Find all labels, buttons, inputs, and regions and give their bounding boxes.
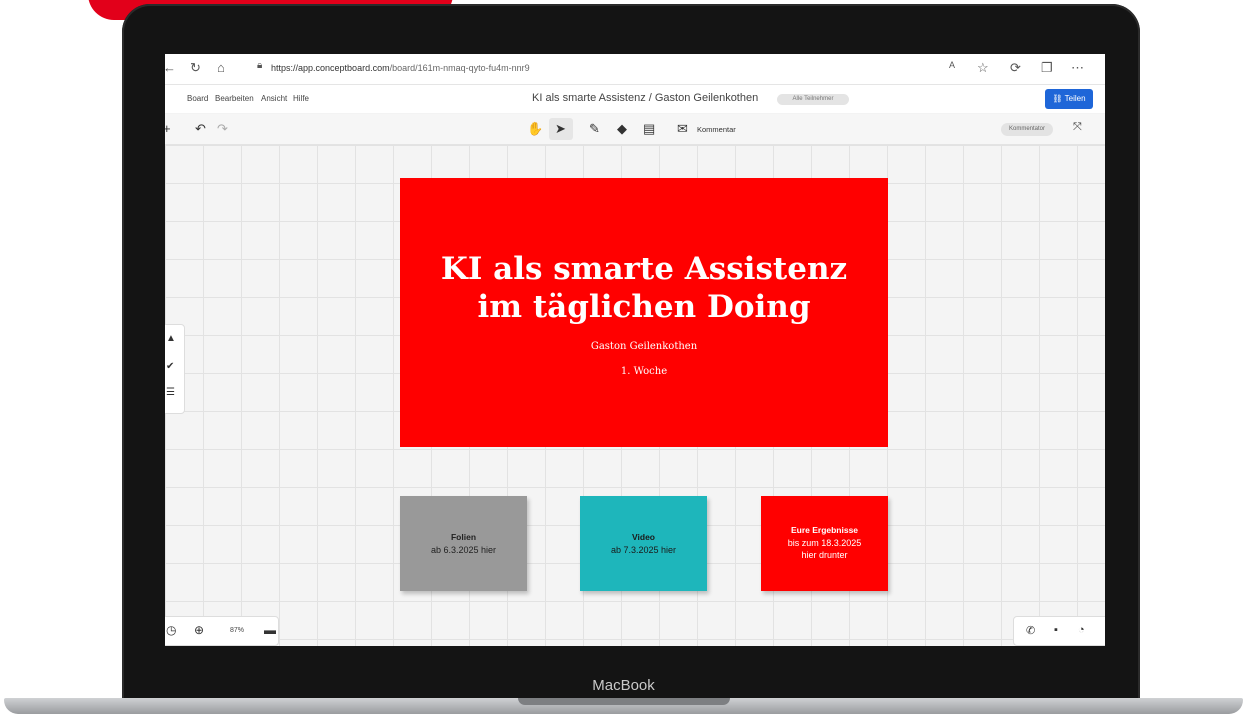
card-line: ab 6.3.2025 hier (430, 545, 497, 555)
zoom-panel: ◷ ⊕ 87% ▬ (165, 616, 279, 646)
list-icon[interactable]: ☰ (166, 387, 175, 398)
zoom-in-icon[interactable]: ⊕ (194, 623, 204, 637)
timer-icon[interactable]: ◔ (1078, 624, 1085, 636)
slide-week: 1. Woche (620, 366, 668, 377)
participants-badge[interactable]: Alle Teilnehmer (777, 94, 849, 105)
marker-tool-icon[interactable]: ◆ (617, 121, 627, 137)
sticky-note-tool-icon[interactable]: ▤ (643, 121, 655, 137)
undo-icon[interactable]: ↶ (195, 121, 206, 137)
url-text: https://app.conceptboard.com/board/161m-… (271, 63, 530, 73)
board-toolbar: + ↶ ↷ ✋ ➤ ✎ ◆ ▤ ✉ Kommentar Kommentator … (165, 114, 1105, 145)
commentator-button[interactable]: Kommentator (1001, 123, 1053, 136)
add-icon[interactable]: + (165, 121, 171, 136)
left-side-panel: ▲ ✔ ☰ (165, 324, 185, 414)
slide-title-line1: KI als smarte Assistenz (440, 251, 848, 287)
more-menu-icon[interactable]: ⋯ (1071, 60, 1084, 76)
slide-subtitle: Gaston Geilenkothen (590, 341, 698, 352)
card-results[interactable]: Eure Ergebnisse bis zum 18.3.2025 hier d… (761, 496, 888, 591)
phone-icon[interactable]: ✆ (1026, 624, 1035, 637)
fullscreen-icon[interactable]: ⤧ (1073, 121, 1082, 134)
call-panel: ✆ ▪ ◔ (1013, 616, 1105, 646)
menu-edit[interactable]: Bearbeiten (215, 94, 254, 103)
card-title: Eure Ergebnisse (790, 525, 859, 535)
card-line-2: hier drunter (801, 550, 848, 560)
lock-icon: 🔒︎ (257, 60, 263, 71)
slide-title: KI als smarte Assistenz im täglichen Doi… (400, 250, 888, 326)
menu-help[interactable]: Hilfe (293, 94, 309, 103)
menu-view[interactable]: Ansicht (261, 94, 287, 103)
select-tool-icon[interactable]: ➤ (555, 121, 566, 137)
presentation-icon[interactable]: ▬ (264, 623, 276, 637)
comment-tool-icon[interactable]: ✉ (677, 121, 688, 137)
hand-tool-icon[interactable]: ✋ (527, 121, 543, 137)
card-line: ab 7.3.2025 hier (610, 545, 677, 555)
chat-icon[interactable]: ▪ (1054, 624, 1058, 636)
title-slide[interactable]: KI als smarte Assistenz im täglichen Doi… (400, 178, 888, 447)
redo-icon[interactable]: ↷ (217, 121, 228, 137)
back-icon[interactable]: ← (165, 60, 176, 75)
slide-title-line2: im täglichen Doing (477, 289, 811, 325)
address-bar[interactable]: 🔒︎ https://app.conceptboard.com/board/16… (243, 59, 1063, 79)
extensions-icon[interactable]: ⟳ (1010, 60, 1021, 76)
zoom-level[interactable]: 87% (230, 627, 244, 634)
card-title: Video (632, 532, 655, 542)
app-menu-bar: Board Bearbeiten Ansicht Hilfe KI als sm… (165, 85, 1105, 113)
share-button[interactable]: ⛓ Teilen (1045, 89, 1093, 109)
laptop-screen: ← ↻ ⌂ 🔒︎ https://app.conceptboard.com/bo… (165, 54, 1105, 646)
card-video[interactable]: Video ab 7.3.2025 hier (580, 496, 707, 591)
card-title: Folien (450, 532, 477, 542)
read-aloud-icon[interactable]: A (949, 60, 955, 70)
favorite-star-icon[interactable]: ☆ (977, 60, 989, 76)
laptop-notch (518, 698, 730, 705)
reload-icon[interactable]: ↻ (190, 60, 201, 76)
menu-board[interactable]: Board (187, 94, 208, 103)
person-icon[interactable]: ▲ (166, 333, 176, 344)
home-icon[interactable]: ⌂ (217, 60, 225, 75)
browser-bar: ← ↻ ⌂ 🔒︎ https://app.conceptboard.com/bo… (165, 54, 1105, 85)
comment-label[interactable]: Kommentar (697, 125, 736, 134)
history-icon[interactable]: ◷ (166, 623, 176, 637)
collections-icon[interactable]: ❐ (1041, 60, 1053, 76)
device-label: MacBook (592, 677, 655, 694)
check-icon[interactable]: ✔ (166, 361, 174, 372)
card-line: bis zum 18.3.2025 (787, 538, 862, 548)
board-title: KI als smarte Assistenz / Gaston Geilenk… (532, 92, 759, 104)
pen-tool-icon[interactable]: ✎ (589, 121, 600, 137)
card-slides[interactable]: Folien ab 6.3.2025 hier (400, 496, 527, 591)
